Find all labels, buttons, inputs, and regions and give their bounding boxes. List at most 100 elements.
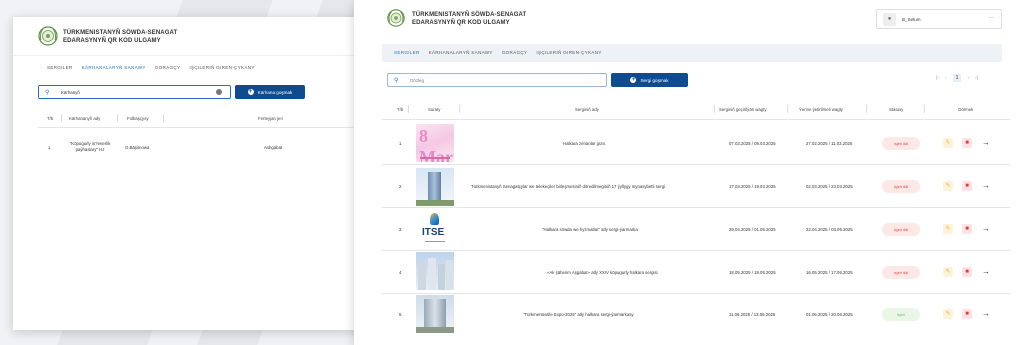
brand-title: TÜRKMENISTANYŇ SÖWDA-SENAGAT EDARASYNYŇ … xyxy=(412,11,526,27)
search-field[interactable] xyxy=(410,77,590,83)
cell-held: 18.05.2025 / 19.05.2025 xyxy=(729,270,776,275)
back-search-value: Kärhanyň xyxy=(61,89,80,95)
back-window: TÜRKMENISTANYŇ SÖWDA-SENAGAT EDARASYNYŇ … xyxy=(13,17,373,330)
status-badge: Işjeň däl xyxy=(882,137,920,150)
cell-company: "Köpugurly in?enerlik paýhaslary" HJ xyxy=(68,141,112,153)
tab-goragcy[interactable]: GORAGÇY xyxy=(502,50,528,55)
cell-due: 22.04.2025 / 03.05.2025 xyxy=(806,227,853,232)
back-search-input[interactable]: ⚲ Kärhanyň xyxy=(38,85,231,99)
edit-icon[interactable]: ✎ xyxy=(943,267,953,277)
cell-due: 02.03.2025 / 23.03.2025 xyxy=(806,184,853,189)
add-exhibition-label: Sergi goşmak xyxy=(640,77,669,83)
tab-sergiler[interactable]: SERGILER xyxy=(394,50,420,55)
delete-icon[interactable]: ■ xyxy=(962,224,972,234)
cell-no: 2 xyxy=(399,184,402,189)
delete-icon[interactable]: ■ xyxy=(962,181,972,191)
page-number[interactable]: 1 xyxy=(952,74,962,82)
cell-held: 07.03.2025 / 09.03.2025 xyxy=(729,141,776,146)
brand-line-1: TÜRKMENISTANYŇ SÖWDA-SENAGAT xyxy=(412,12,527,18)
cell-no: 5 xyxy=(399,312,402,317)
brand-line-2: EDARASYNYŇ QR KOD ULGAMY xyxy=(412,20,510,26)
next-page-button[interactable]: › xyxy=(967,75,969,81)
arrow-right-icon[interactable]: → xyxy=(982,138,990,148)
cell-place: Ashgabat xyxy=(264,145,283,150)
brand-line-1: TÜRKMENISTANYŇ SÖWDA-SENAGAT xyxy=(63,30,178,36)
cell-name: "Türkmentextile Expo-2025" atly halkara … xyxy=(523,312,634,317)
search-icon: ⚲ xyxy=(45,89,50,96)
plus-icon: + xyxy=(247,89,254,95)
front-tabs: SERGILER KÄRHANALARYŇ SANAWY GORAGÇY IŞÇ… xyxy=(394,50,611,55)
emblem-logo xyxy=(387,9,405,27)
cell-no: 1 xyxy=(399,141,402,146)
edit-icon[interactable]: ✎ xyxy=(943,138,953,148)
cell-name: «Ak şäherim Aşgabat» atly XXIV köpugurly… xyxy=(547,270,658,275)
front-search-input[interactable]: ⚲ xyxy=(387,73,607,87)
col-header-image: Suraty xyxy=(428,107,441,112)
edit-icon[interactable]: ✎ xyxy=(943,309,953,319)
status-badge: Işjeň xyxy=(882,308,920,321)
add-company-label: Kärhana goşmak xyxy=(257,89,293,95)
cell-name: "Halkara söwda we hyzmatlar" atly sergi-… xyxy=(542,227,638,232)
col-header-status: Statusy xyxy=(889,107,904,112)
cell-held: 17.03.2025 / 19.03.2025 xyxy=(729,184,776,189)
avatar: ● xyxy=(883,13,896,26)
search-icon: ⚲ xyxy=(394,77,399,84)
plus-icon: + xyxy=(630,77,637,83)
col-header-name: Serginiň ady xyxy=(575,107,599,112)
add-company-button[interactable]: + Kärhana goşmak xyxy=(235,85,305,99)
thumb-caption: ITSE xyxy=(422,227,445,238)
add-exhibition-button[interactable]: + Sergi goşmak xyxy=(611,73,688,87)
arrow-right-icon[interactable]: → xyxy=(982,267,990,277)
status-badge: Işjeň däl xyxy=(882,223,920,236)
cell-due: 27.02.2025 / 11.03.2025 xyxy=(806,141,853,146)
brand-title: TÜRKMENISTANYŇ SÖWDA-SENAGAT EDARASYNYŇ … xyxy=(63,29,177,45)
col-header-view: Görmek xyxy=(958,107,974,112)
cell-no: 3 xyxy=(399,227,402,232)
exhibition-image xyxy=(416,295,454,333)
delete-icon[interactable]: ■ xyxy=(962,138,972,148)
tab-iscileri[interactable]: IŞÇILERIŇ GIREN-ÇYKANY xyxy=(536,50,601,55)
edit-icon[interactable]: ✎ xyxy=(943,224,953,234)
pagination: |‹ ‹ 1 › ›| xyxy=(936,74,978,82)
user-menu[interactable]: ● B_Setum ··· xyxy=(876,9,1002,29)
cell-held: 11.06.2025 / 13.06.2025 xyxy=(729,312,776,317)
last-page-button[interactable]: ›| xyxy=(975,75,978,81)
delete-icon[interactable]: ■ xyxy=(962,267,972,277)
arrow-right-icon[interactable]: → xyxy=(982,309,990,319)
exhibition-image xyxy=(416,252,454,290)
prev-page-button[interactable]: ‹ xyxy=(945,75,947,81)
tab-karhanalar[interactable]: KÄRHANALARYŇ SANAWY xyxy=(82,65,146,70)
arrow-right-icon[interactable]: → xyxy=(982,224,990,234)
col-header-head: Folbaşçysy xyxy=(127,116,149,121)
exhibition-image: ITSE xyxy=(416,211,454,249)
tab-karhanalar[interactable]: KÄRHANALARYŇ SANAWY xyxy=(429,50,493,55)
exhibition-image: 8 Mart xyxy=(416,124,454,162)
tab-sergiler[interactable]: SERGILER xyxy=(47,65,73,70)
cell-name: Halkara zenanlar güni. xyxy=(563,141,606,146)
cell-no: 1 xyxy=(48,145,51,150)
clear-icon[interactable] xyxy=(216,89,222,95)
user-name: B_Setum xyxy=(902,17,921,22)
delete-icon[interactable]: ■ xyxy=(962,309,972,319)
col-header-company: Kärhananyň ady xyxy=(69,116,101,121)
col-header-held: Serginiň geçirilýän wagty xyxy=(719,107,767,112)
back-tabs: SERGILER KÄRHANALARYŇ SANAWY GORAGÇY IŞÇ… xyxy=(47,65,264,70)
col-header-due: Ýerine ýetirilmeli wagty xyxy=(799,107,843,112)
cell-head: O.Bäşimowa xyxy=(125,145,150,150)
first-page-button[interactable]: |‹ xyxy=(936,75,939,81)
edit-icon[interactable]: ✎ xyxy=(943,181,953,191)
exhibition-image xyxy=(416,168,454,206)
tab-iscileri[interactable]: IŞÇILERIŇ GIREN-ÇYKANY xyxy=(189,65,254,70)
tab-goragcy[interactable]: GORAGÇY xyxy=(155,65,181,70)
cell-due: 01.06.2025 / 20.06.2025 xyxy=(806,312,853,317)
arrow-right-icon[interactable]: → xyxy=(982,181,990,191)
cell-no: 4 xyxy=(399,270,402,275)
cell-company-line-2: paýhaslary" HJ xyxy=(75,147,105,152)
cell-held: 29.04.2025 / 01.05.2025 xyxy=(729,227,776,232)
col-header-no: T/b xyxy=(397,107,404,112)
col-header-no: T/b xyxy=(47,116,54,121)
emblem-logo xyxy=(38,26,58,46)
front-window: TÜRKMENISTANYŇ SÖWDA-SENAGAT EDARASYNYŇ … xyxy=(354,0,1022,345)
more-icon[interactable]: ··· xyxy=(988,15,994,21)
brand-line-2: EDARASYNYŇ QR KOD ULGAMY xyxy=(63,38,161,44)
